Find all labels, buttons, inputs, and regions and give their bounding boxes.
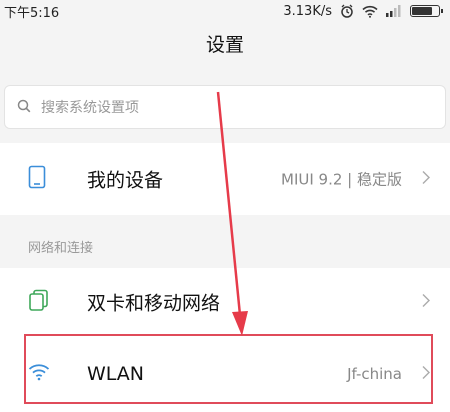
- network-speed: 3.13K/s: [283, 3, 332, 19]
- status-indicators: 3.13K/s: [283, 3, 443, 19]
- alarm-icon: [340, 4, 354, 18]
- section-network-label: 网络和连接: [28, 241, 94, 256]
- search-icon: [17, 98, 31, 117]
- wlan-network-name: Jf-china: [347, 365, 402, 383]
- battery-icon: [410, 5, 443, 17]
- dual-sim-item[interactable]: 双卡和移动网络: [0, 268, 450, 336]
- sim-card-icon: [28, 289, 50, 315]
- search-input[interactable]: 搜索系统设置项: [4, 85, 446, 129]
- status-time: 下午5:16: [4, 5, 60, 21]
- wlan-item[interactable]: WLAN Jf-china: [0, 336, 450, 412]
- my-device-label: 我的设备: [87, 169, 164, 192]
- chevron-right-icon: [422, 293, 430, 312]
- status-bar: 下午5:16 3.13K/s: [0, 0, 450, 22]
- dual-sim-label: 双卡和移动网络: [87, 292, 221, 315]
- wifi-status-icon: [362, 5, 378, 18]
- wlan-label: WLAN: [87, 363, 145, 385]
- wifi-icon: [28, 363, 50, 385]
- phone-icon: [28, 165, 46, 193]
- page-title: 设置: [205, 34, 244, 56]
- chevron-right-icon: [422, 365, 430, 384]
- chevron-right-icon: [422, 170, 430, 189]
- signal-icon: [386, 5, 402, 17]
- my-device-value: MIUI 9.2 | 稳定版: [281, 170, 402, 189]
- search-placeholder: 搜索系统设置项: [41, 100, 139, 116]
- my-device-item[interactable]: 我的设备 MIUI 9.2 | 稳定版: [0, 143, 450, 215]
